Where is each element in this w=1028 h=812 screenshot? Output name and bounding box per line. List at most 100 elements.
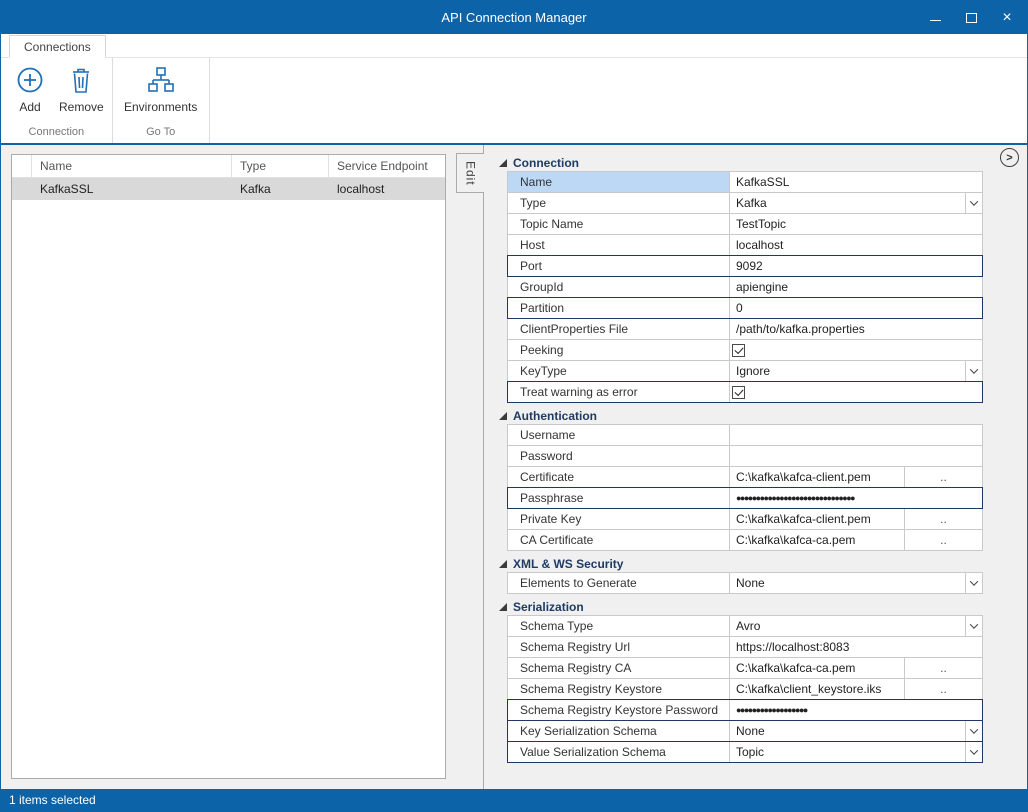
property-value[interactable]: Ignore — [730, 361, 982, 381]
property-value[interactable]: TestTopic — [730, 214, 982, 234]
property-value[interactable]: C:\kafka\kafca-client.pem.. — [730, 467, 982, 487]
property-label[interactable]: Key Serialization Schema — [508, 721, 730, 741]
add-button[interactable]: Add — [5, 61, 55, 114]
dropdown-arrow-icon[interactable] — [965, 361, 982, 381]
property-row: Topic NameTestTopic — [507, 213, 983, 235]
group-label-goto: Go To — [117, 126, 205, 143]
property-value[interactable] — [730, 382, 982, 402]
tab-edit[interactable]: Edit — [456, 153, 484, 193]
property-value[interactable]: KafkaSSL — [730, 172, 982, 192]
property-value[interactable] — [730, 446, 982, 466]
window-controls: × — [917, 1, 1025, 34]
connection-row[interactable]: KafkaSSLKafkalocalhost — [12, 178, 445, 200]
row-selector — [12, 178, 32, 200]
collapse-panel-button[interactable]: > — [1000, 148, 1019, 167]
property-value[interactable]: C:\kafka\client_keystore.iks.. — [730, 679, 982, 699]
column-header-type[interactable]: Type — [232, 155, 329, 177]
environments-button[interactable]: Environments — [117, 61, 205, 114]
dropdown-arrow-icon[interactable] — [965, 573, 982, 593]
property-row: Hostlocalhost — [507, 234, 983, 256]
column-header-selector[interactable] — [12, 155, 32, 177]
property-label[interactable]: Username — [508, 425, 730, 445]
property-value[interactable] — [730, 425, 982, 445]
browse-button[interactable]: .. — [904, 467, 982, 487]
dropdown-arrow-icon[interactable] — [965, 193, 982, 213]
cell-endpoint: localhost — [329, 178, 445, 200]
property-label[interactable]: Certificate — [508, 467, 730, 487]
property-value[interactable]: 0 — [730, 298, 982, 318]
property-value[interactable]: apiengine — [730, 277, 982, 297]
property-value[interactable]: localhost — [730, 235, 982, 255]
edit-tab-label: Edit — [464, 161, 478, 186]
titlebar[interactable]: API Connection Manager × — [1, 1, 1027, 34]
cell-type: Kafka — [232, 178, 329, 200]
minimize-button[interactable] — [917, 1, 953, 34]
property-value[interactable]: ●●●●●●●●●●●●●●●●●● — [730, 700, 982, 720]
dropdown-arrow-icon[interactable] — [965, 742, 982, 762]
browse-button[interactable]: .. — [904, 679, 982, 699]
property-label[interactable]: Topic Name — [508, 214, 730, 234]
property-label[interactable]: Schema Registry Url — [508, 637, 730, 657]
property-value[interactable]: C:\kafka\kafca-client.pem.. — [730, 509, 982, 529]
remove-button[interactable]: Remove — [55, 61, 108, 114]
property-label[interactable]: Elements to Generate — [508, 573, 730, 593]
tab-connections[interactable]: Connections — [9, 35, 106, 58]
property-label[interactable]: Partition — [508, 298, 730, 318]
property-value[interactable]: ●●●●●●●●●●●●●●●●●●●●●●●●●●●●●● — [730, 488, 982, 508]
property-label[interactable]: Peeking — [508, 340, 730, 360]
connection-list-body: KafkaSSLKafkalocalhost — [12, 178, 445, 778]
close-button[interactable]: × — [989, 1, 1025, 34]
dropdown-value: Kafka — [730, 196, 965, 210]
checkbox[interactable] — [732, 344, 745, 357]
add-button-label: Add — [19, 100, 40, 114]
browse-button[interactable]: .. — [904, 530, 982, 550]
checkbox[interactable] — [732, 386, 745, 399]
status-bar: 1 items selected — [1, 789, 1027, 811]
property-label[interactable]: Treat warning as error — [508, 382, 730, 402]
property-value[interactable]: Kafka — [730, 193, 982, 213]
property-label[interactable]: Schema Registry Keystore Password — [508, 700, 730, 720]
dropdown-value: Avro — [730, 619, 965, 633]
property-value[interactable]: Topic — [730, 742, 982, 762]
maximize-button[interactable] — [953, 1, 989, 34]
property-label[interactable]: GroupId — [508, 277, 730, 297]
column-header-endpoint[interactable]: Service Endpoint — [329, 155, 445, 177]
property-label[interactable]: Type — [508, 193, 730, 213]
section-expander-icon — [499, 560, 507, 568]
property-label[interactable]: Schema Registry CA — [508, 658, 730, 678]
minimize-icon — [930, 20, 941, 21]
property-label[interactable]: Passphrase — [508, 488, 730, 508]
property-label[interactable]: Password — [508, 446, 730, 466]
property-value[interactable] — [730, 340, 982, 360]
property-label[interactable]: KeyType — [508, 361, 730, 381]
property-value[interactable]: None — [730, 721, 982, 741]
property-value[interactable]: C:\kafka\kafca-ca.pem.. — [730, 530, 982, 550]
property-label[interactable]: Port — [508, 256, 730, 276]
property-label[interactable]: ClientProperties File — [508, 319, 730, 339]
section-header[interactable]: Authentication — [499, 406, 983, 425]
section-header[interactable]: Connection — [499, 153, 983, 172]
section-header[interactable]: Serialization — [499, 597, 983, 616]
property-value[interactable]: 9092 — [730, 256, 982, 276]
property-value[interactable]: /path/to/kafka.properties — [730, 319, 982, 339]
text-value: apiengine — [730, 280, 982, 294]
browse-button[interactable]: .. — [904, 658, 982, 678]
property-value[interactable]: https://localhost:8083 — [730, 637, 982, 657]
property-label[interactable]: Schema Type — [508, 616, 730, 636]
property-label[interactable]: Private Key — [508, 509, 730, 529]
property-value[interactable]: C:\kafka\kafca-ca.pem.. — [730, 658, 982, 678]
section-header[interactable]: XML & WS Security — [499, 554, 983, 573]
browse-button[interactable]: .. — [904, 509, 982, 529]
property-label[interactable]: Name — [508, 172, 730, 192]
property-label[interactable]: Host — [508, 235, 730, 255]
dropdown-arrow-icon[interactable] — [965, 721, 982, 741]
file-path-value: C:\kafka\kafca-ca.pem — [730, 533, 904, 547]
property-value[interactable]: None — [730, 573, 982, 593]
property-label[interactable]: Schema Registry Keystore — [508, 679, 730, 699]
property-value[interactable]: Avro — [730, 616, 982, 636]
property-label[interactable]: CA Certificate — [508, 530, 730, 550]
property-row: Schema Registry Keystore Password●●●●●●●… — [507, 699, 983, 721]
property-label[interactable]: Value Serialization Schema — [508, 742, 730, 762]
dropdown-arrow-icon[interactable] — [965, 616, 982, 636]
column-header-name[interactable]: Name — [32, 155, 232, 177]
